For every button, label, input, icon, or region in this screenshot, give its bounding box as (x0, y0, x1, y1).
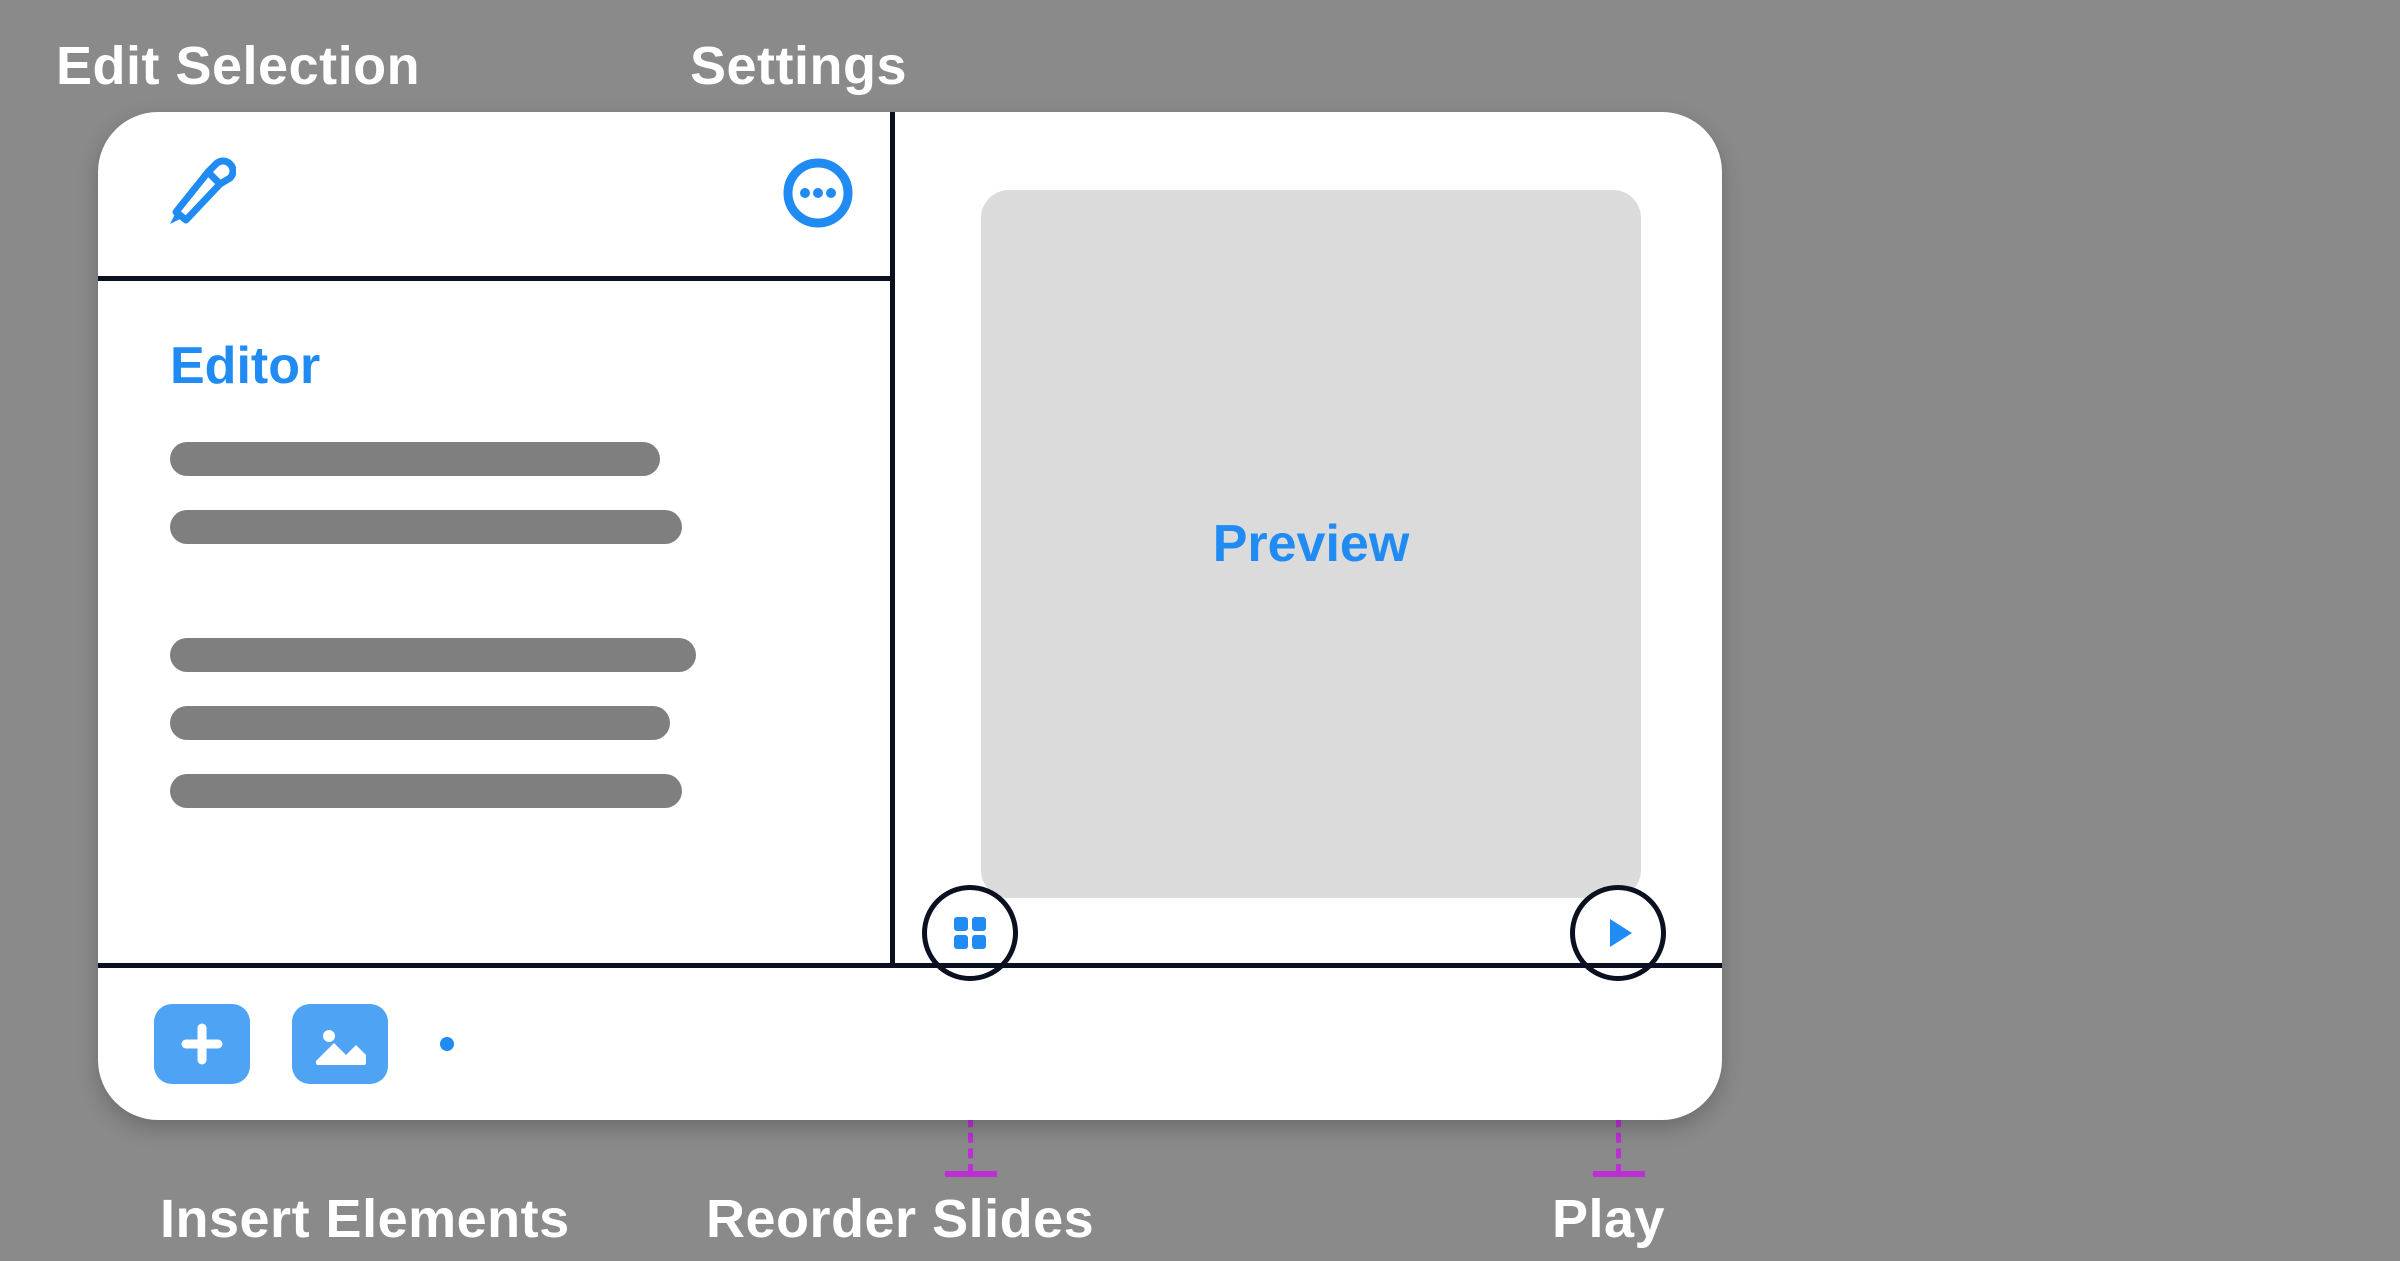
insert-image-button[interactable] (292, 1004, 388, 1084)
app-card: Editor Preview (98, 112, 1722, 1120)
dots-icon (440, 1037, 454, 1051)
preview-panel: Preview (895, 112, 1722, 963)
preview-title: Preview (1213, 514, 1410, 574)
top-toolbar (98, 112, 893, 276)
insert-add-button[interactable] (154, 1004, 250, 1084)
editor-title: Editor (170, 336, 821, 396)
editor-content-line (170, 442, 660, 476)
editor-content-line (170, 510, 682, 544)
preview-canvas: Preview (981, 190, 1641, 898)
editor-panel: Editor (98, 276, 893, 963)
editor-content-line (170, 706, 670, 740)
annotation-settings: Settings (690, 35, 907, 97)
more-circle-icon (782, 157, 854, 229)
insert-more-button[interactable] (430, 1027, 464, 1061)
editor-content-line (170, 638, 696, 672)
edit-selection-button[interactable] (154, 150, 240, 236)
annotation-insert-elements: Insert Elements (160, 1188, 570, 1250)
plus-icon (178, 1020, 226, 1068)
play-icon (1598, 913, 1638, 953)
footer-toolbar (98, 968, 1722, 1120)
grid-icon (950, 913, 990, 953)
brush-icon (158, 154, 236, 232)
annotation-reorder-slides: Reorder Slides (706, 1188, 1094, 1250)
settings-button[interactable] (775, 150, 861, 236)
editor-content-line (170, 774, 682, 808)
image-icon (312, 1021, 368, 1067)
annotation-edit-selection: Edit Selection (56, 35, 420, 97)
annotation-play: Play (1552, 1188, 1665, 1250)
